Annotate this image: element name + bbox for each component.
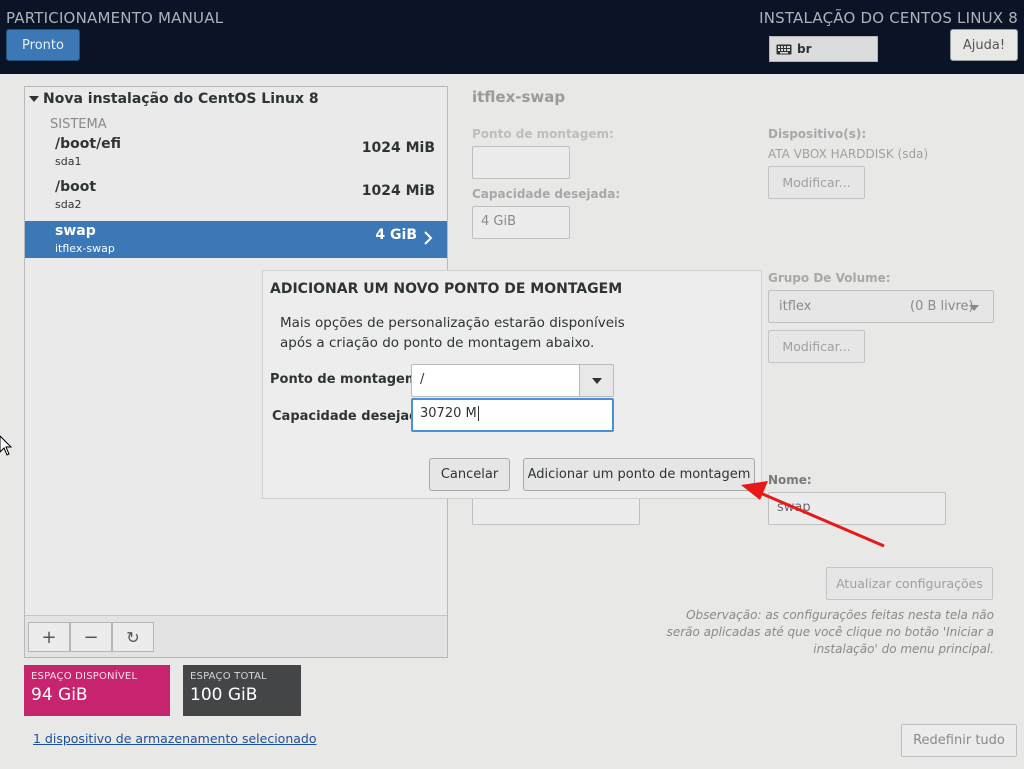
partition-row-selected[interactable]: swap itflex-swap 4 GiB (25, 221, 447, 258)
keyboard-layout-indicator[interactable]: br (769, 36, 878, 62)
refresh-button[interactable]: ↻ (112, 622, 154, 652)
partition-name: swap (55, 223, 96, 239)
mount-point-dropdown-button[interactable] (579, 365, 613, 396)
volume-group-select[interactable]: itflex (0 B livre) (768, 290, 994, 323)
done-button[interactable]: Pronto (6, 29, 80, 61)
add-partition-button[interactable]: + (28, 622, 70, 652)
modify-volume-group-button[interactable]: Modificar... (768, 330, 865, 363)
caret-down-icon (592, 378, 602, 384)
details-title: itflex-swap (472, 88, 566, 106)
modify-devices-button[interactable]: Modificar... (768, 166, 865, 199)
capacity-input[interactable]: 30720 M (411, 398, 614, 432)
caret-down-icon (969, 305, 979, 311)
partition-name: /boot/efi (55, 136, 122, 152)
name-field[interactable]: swap (768, 492, 946, 525)
partition-device: sda2 (55, 198, 82, 211)
available-space-label: ESPAÇO DISPONÍVEL (31, 671, 138, 682)
system-section-label: SISTEMA (50, 117, 107, 132)
name-label: Nome: (768, 473, 812, 487)
partition-size: 4 GiB (375, 227, 417, 243)
chevron-right-icon (421, 230, 435, 246)
mount-point-field[interactable] (472, 146, 570, 179)
partition-name: /boot (55, 179, 97, 195)
help-button[interactable]: Ajuda! (950, 29, 1018, 61)
total-space-value: 100 GiB (190, 685, 258, 705)
devices-value: ATA VBOX HARDDISK (sda) (768, 147, 929, 161)
partition-toolbar: + − ↻ (25, 615, 447, 657)
mount-point-label: Ponto de montagem: (472, 127, 614, 141)
mount-point-combo[interactable]: / (411, 364, 614, 397)
install-expander[interactable]: Nova instalação do CentOS Linux 8 (29, 91, 319, 107)
reset-all-button[interactable]: Redefinir tudo (901, 724, 1017, 757)
total-space-label: ESPAÇO TOTAL (190, 671, 267, 682)
partition-row[interactable]: /boot/efi sda1 1024 MiB (25, 134, 447, 171)
dialog-description: Mais opções de personalização estarão di… (280, 315, 625, 351)
page-title: PARTICIONAMENTO MANUAL (6, 9, 224, 27)
cancel-button[interactable]: Cancelar (429, 458, 510, 491)
total-space-box: ESPAÇO TOTAL 100 GiB (183, 665, 301, 716)
remove-partition-button[interactable]: − (70, 622, 112, 652)
storage-devices-link[interactable]: 1 dispositivo de armazenamento seleciona… (33, 731, 317, 746)
top-header: PARTICIONAMENTO MANUAL INSTALAÇÃO DO CEN… (0, 0, 1024, 74)
volume-group-name: itflex (779, 299, 812, 314)
volume-group-free: (0 B livre) (910, 299, 974, 314)
dialog-capacity-label: Capacidade desejada: (272, 409, 433, 424)
desired-capacity-label: Capacidade desejada: (472, 187, 621, 201)
keyboard-icon (776, 44, 792, 55)
available-space-value: 94 GiB (31, 685, 88, 705)
partition-device: itflex-swap (55, 242, 115, 255)
add-mount-point-button[interactable]: Adicionar um ponto de montagem (523, 458, 755, 491)
add-mount-point-dialog: ADICIONAR UM NOVO PONTO DE MONTAGEM Mais… (262, 270, 762, 499)
devices-label: Dispositivo(s): (768, 127, 867, 141)
keyboard-layout-label: br (797, 42, 812, 56)
update-settings-button[interactable]: Atualizar configurações (826, 567, 993, 600)
volume-group-label: Grupo De Volume: (768, 271, 891, 285)
installer-title: INSTALAÇÃO DO CENTOS LINUX 8 (759, 9, 1018, 27)
partition-device: sda1 (55, 155, 82, 168)
available-space-box: ESPAÇO DISPONÍVEL 94 GiB (24, 665, 170, 716)
dialog-mount-point-label: Ponto de montagem: (270, 372, 424, 387)
text-cursor (477, 406, 479, 421)
note-text: Observação: as configurações feitas nest… (666, 608, 994, 656)
desired-capacity-field[interactable]: 4 GiB (472, 206, 570, 239)
dialog-title: ADICIONAR UM NOVO PONTO DE MONTAGEM (270, 281, 623, 297)
partition-size: 1024 MiB (361, 140, 435, 156)
install-label: Nova instalação do CentOS Linux 8 (43, 91, 319, 107)
partition-size: 1024 MiB (361, 183, 435, 199)
triangle-down-icon (29, 96, 39, 102)
capacity-value: 30720 M (420, 406, 477, 421)
partition-row[interactable]: /boot sda2 1024 MiB (25, 177, 447, 214)
mount-point-value: / (420, 372, 425, 387)
